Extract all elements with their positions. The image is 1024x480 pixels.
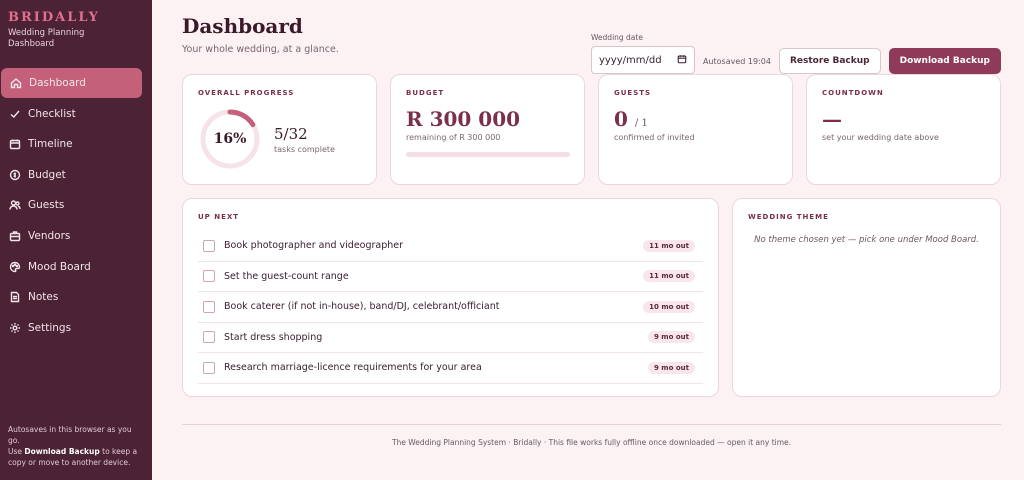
list-item: Start dress shopping 9 mo out <box>198 323 703 353</box>
up-next-list: Book photographer and videographer 11 mo… <box>198 231 703 384</box>
download-backup-button[interactable]: Download Backup <box>888 48 1001 74</box>
progress-ring: 16% <box>198 107 262 171</box>
budget-title: BUDGET <box>406 89 445 97</box>
list-item: Set the guest-count range 11 mo out <box>198 262 703 292</box>
home-icon <box>10 77 22 89</box>
sidebar-item-timeline[interactable]: Timeline <box>0 129 142 159</box>
up-next-card: UP NEXT Book photographer and videograph… <box>182 198 719 397</box>
sidebar-item-label: Guests <box>28 199 65 212</box>
calendar-icon[interactable] <box>677 54 687 67</box>
task-due-badge: 11 mo out <box>643 270 695 283</box>
countdown-value: — <box>822 107 842 131</box>
task-checkbox[interactable] <box>203 239 215 252</box>
sidebar-item-budget[interactable]: Budget <box>0 160 142 190</box>
palette-icon <box>9 261 21 273</box>
restore-backup-button[interactable]: Restore Backup <box>778 48 881 74</box>
note-icon <box>9 291 21 303</box>
task-due-badge: 11 mo out <box>643 239 695 252</box>
page-title: Dashboard <box>182 14 303 38</box>
wedding-theme-empty-text: No theme chosen yet — pick one under Moo… <box>754 235 979 245</box>
header-actions: Wedding date yyyy/mm/dd Autosaved 19:04 … <box>590 12 1001 74</box>
countdown-card: COUNTDOWN — set your wedding date above <box>806 74 1001 185</box>
sidebar-item-vendors[interactable]: Vendors <box>0 221 142 251</box>
task-label: Book photographer and videographer <box>224 240 404 252</box>
up-next-title: UP NEXT <box>198 213 240 221</box>
backup-note-bold: Download Backup <box>24 447 100 456</box>
backup-note-pre: Use <box>8 447 25 456</box>
stat-cards: OVERALL PROGRESS 16% 5/32 tasks complete… <box>182 74 1001 185</box>
tasks-done-note: tasks complete <box>274 144 335 154</box>
brand: BRIDALLY Wedding Planning Dashboard <box>0 0 152 50</box>
sidebar-item-label: Notes <box>28 291 59 304</box>
briefcase-icon <box>9 230 21 242</box>
budget-note: remaining of R 300 000 <box>406 133 501 142</box>
sidebar-item-label: Vendors <box>28 229 71 242</box>
backup-note: Use Download Backup to keep a copy or mo… <box>8 446 142 468</box>
coin-icon <box>9 169 21 181</box>
calendar-icon <box>9 138 21 150</box>
brand-subtitle: Wedding Planning Dashboard <box>8 28 85 49</box>
autosave-status: Autosaved 19:04 <box>702 57 771 66</box>
task-label: Set the guest-count range <box>224 270 349 282</box>
main-content: Dashboard Your whole wedding, at a glanc… <box>152 0 1024 480</box>
sidebar-item-label: Mood Board <box>28 260 91 273</box>
sidebar-nav: Dashboard Checklist Timeline Budget Gues… <box>0 68 152 343</box>
budget-progress-bar <box>406 152 570 157</box>
sidebar-item-label: Timeline <box>28 138 73 151</box>
list-item: Book photographer and videographer 11 mo… <box>198 231 703 262</box>
page-header: Dashboard Your whole wedding, at a glanc… <box>182 0 1001 74</box>
sidebar-item-label: Checklist <box>28 107 76 120</box>
budget-remaining-value: R 300 000 <box>406 107 521 131</box>
sidebar-item-guests[interactable]: Guests <box>0 190 142 220</box>
task-due-badge: 9 mo out <box>648 361 695 374</box>
guests-invited-count: / 1 <box>634 118 648 129</box>
sidebar-item-label: Settings <box>28 321 72 334</box>
budget-card: BUDGET R 300 000 remaining of R 300 000 <box>390 74 585 185</box>
guests-note: confirmed of invited <box>614 133 695 142</box>
task-checkbox[interactable] <box>203 300 215 313</box>
wedding-theme-card: WEDDING THEME No theme chosen yet — pick… <box>732 198 1001 397</box>
list-item: Book caterer (if not in-house), band/DJ,… <box>198 292 703 323</box>
task-label: Book caterer (if not in-house), band/DJ,… <box>224 301 500 313</box>
sidebar-item-notes[interactable]: Notes <box>0 282 142 312</box>
lower-row: UP NEXT Book photographer and videograph… <box>182 198 1001 397</box>
guests-card: GUESTS 0 / 1 confirmed of invited <box>598 74 793 185</box>
brand-logo: BRIDALLY <box>8 10 100 25</box>
sidebar-item-label: Budget <box>28 168 66 181</box>
wedding-theme-title: WEDDING THEME <box>748 213 829 221</box>
wedding-date-field: Wedding date yyyy/mm/dd <box>590 33 695 74</box>
task-due-badge: 10 mo out <box>643 300 695 313</box>
task-due-badge: 9 mo out <box>648 331 695 344</box>
wedding-date-placeholder: yyyy/mm/dd <box>598 54 662 66</box>
countdown-note: set your wedding date above <box>822 133 939 142</box>
sidebar-item-mood-board[interactable]: Mood Board <box>0 252 142 282</box>
progress-card: OVERALL PROGRESS 16% 5/32 tasks complete <box>182 74 377 185</box>
users-icon <box>9 199 21 211</box>
guests-title: GUESTS <box>614 89 652 97</box>
check-icon <box>9 108 21 120</box>
sidebar-item-dashboard[interactable]: Dashboard <box>1 68 142 98</box>
list-item: Research marriage-licence requirements f… <box>198 353 703 384</box>
task-label: Research marriage-licence requirements f… <box>224 362 482 374</box>
page-subtitle: Your whole wedding, at a glance. <box>182 44 339 55</box>
sidebar: BRIDALLY Wedding Planning Dashboard Dash… <box>0 0 152 480</box>
tasks-done-count: 5/32 <box>274 124 308 143</box>
sidebar-footer: Autosaves in this browser as you go. Use… <box>8 424 142 468</box>
sidebar-item-label: Dashboard <box>29 77 86 89</box>
task-checkbox[interactable] <box>203 361 215 374</box>
sidebar-item-checklist[interactable]: Checklist <box>0 99 142 129</box>
autosave-note: Autosaves in this browser as you go. <box>8 425 132 445</box>
task-checkbox[interactable] <box>203 270 215 283</box>
wedding-date-label: Wedding date <box>590 33 643 42</box>
progress-title: OVERALL PROGRESS <box>198 89 295 97</box>
task-checkbox[interactable] <box>203 331 215 344</box>
gear-icon <box>9 322 21 334</box>
task-label: Start dress shopping <box>224 331 323 343</box>
progress-percent: 16% <box>213 131 247 147</box>
wedding-date-input[interactable]: yyyy/mm/dd <box>590 46 695 74</box>
page-footer: The Wedding Planning System · Bridally ·… <box>182 424 1001 447</box>
sidebar-item-settings[interactable]: Settings <box>0 313 142 343</box>
guests-confirmed-count: 0 <box>614 107 628 131</box>
countdown-title: COUNTDOWN <box>822 89 884 97</box>
